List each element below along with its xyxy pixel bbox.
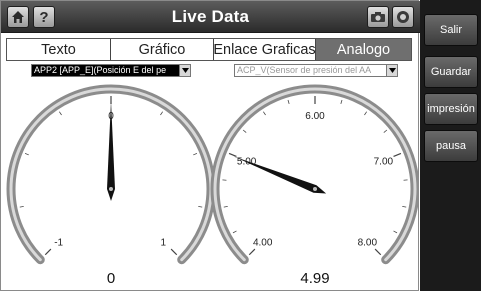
live-data-window: ? Live Data Texto Gráfico Enlace Grafica… (0, 0, 420, 291)
minor-tick (223, 205, 228, 208)
left-parameter-select[interactable]: APP2 [APP_E](Posición E del pe (31, 64, 191, 77)
tab-analogo[interactable]: Analogo (316, 39, 411, 60)
major-tick (170, 248, 178, 256)
help-button[interactable]: ? (33, 6, 55, 28)
minor-tick (198, 205, 203, 208)
record-icon (397, 11, 409, 23)
gauge-tick-label: 8.00 (358, 237, 378, 248)
gauge-tick-label: 1 (161, 237, 167, 248)
tab-enlace-graficas[interactable]: Enlace Graficas (214, 39, 316, 60)
chevron-down-icon (179, 65, 190, 76)
camera-icon (371, 12, 385, 22)
right-parameter-value: ACP_V(Sensor de presión del AA (237, 65, 372, 75)
minor-tick (19, 205, 24, 208)
print-button[interactable]: impresión (424, 93, 478, 125)
gauge-readout: 4.99 (300, 270, 329, 287)
home-button[interactable] (7, 6, 29, 28)
minor-tick (393, 230, 398, 234)
save-button[interactable]: Guardar (424, 56, 478, 88)
chevron-down-icon (386, 65, 397, 76)
right-parameter-select[interactable]: ACP_V(Sensor de presión del AA (234, 64, 398, 77)
minor-tick (232, 230, 237, 234)
major-tick (44, 248, 52, 256)
tab-grafico[interactable]: Gráfico (111, 39, 214, 60)
minor-tick (160, 111, 164, 116)
gauge-tick-label: -1 (54, 237, 63, 248)
tab-texto[interactable]: Texto (7, 39, 111, 60)
minor-tick (242, 129, 247, 133)
minor-tick (402, 205, 407, 208)
major-tick (248, 248, 256, 256)
minor-tick (58, 111, 62, 116)
needle-hub (313, 187, 317, 191)
pause-button[interactable]: pausa (424, 130, 478, 162)
page-title: Live Data (171, 7, 250, 26)
gauge-readout: 0 (107, 270, 115, 287)
title-bar: ? Live Data (1, 1, 420, 33)
view-tabs: Texto Gráfico Enlace Graficas Analogo (6, 38, 412, 61)
gauge-tick-label: 7.00 (374, 157, 394, 168)
minor-tick (24, 153, 29, 156)
gauge-2: 4.005.006.007.008.004.99 (210, 84, 419, 287)
help-icon: ? (39, 9, 48, 25)
minor-tick (193, 153, 198, 156)
major-tick (374, 248, 382, 256)
left-parameter-value: APP2 [APP_E](Posición E del pe (34, 65, 167, 75)
record-button[interactable] (392, 6, 414, 28)
minor-tick (383, 129, 388, 133)
minor-tick (262, 111, 266, 116)
needle-hub (109, 187, 113, 191)
gauge-tick-label: 6.00 (305, 111, 325, 122)
gauge-needle (233, 156, 327, 194)
exit-button[interactable]: Salir (424, 14, 478, 46)
screenshot-button[interactable] (367, 6, 389, 28)
side-toolbar: Salir Guardar impresión pausa (420, 0, 481, 291)
svg-text:?: ? (39, 9, 48, 25)
minor-tick (364, 111, 368, 116)
gauge-tick-label: 4.00 (253, 237, 273, 248)
minor-tick (340, 99, 343, 104)
gauge-1: -1010 (6, 84, 216, 287)
minor-tick (287, 99, 290, 104)
gauge-panel: -10104.005.006.007.008.004.99 (6, 84, 419, 287)
home-icon (12, 11, 24, 23)
major-tick (228, 152, 237, 158)
major-tick (393, 152, 402, 158)
